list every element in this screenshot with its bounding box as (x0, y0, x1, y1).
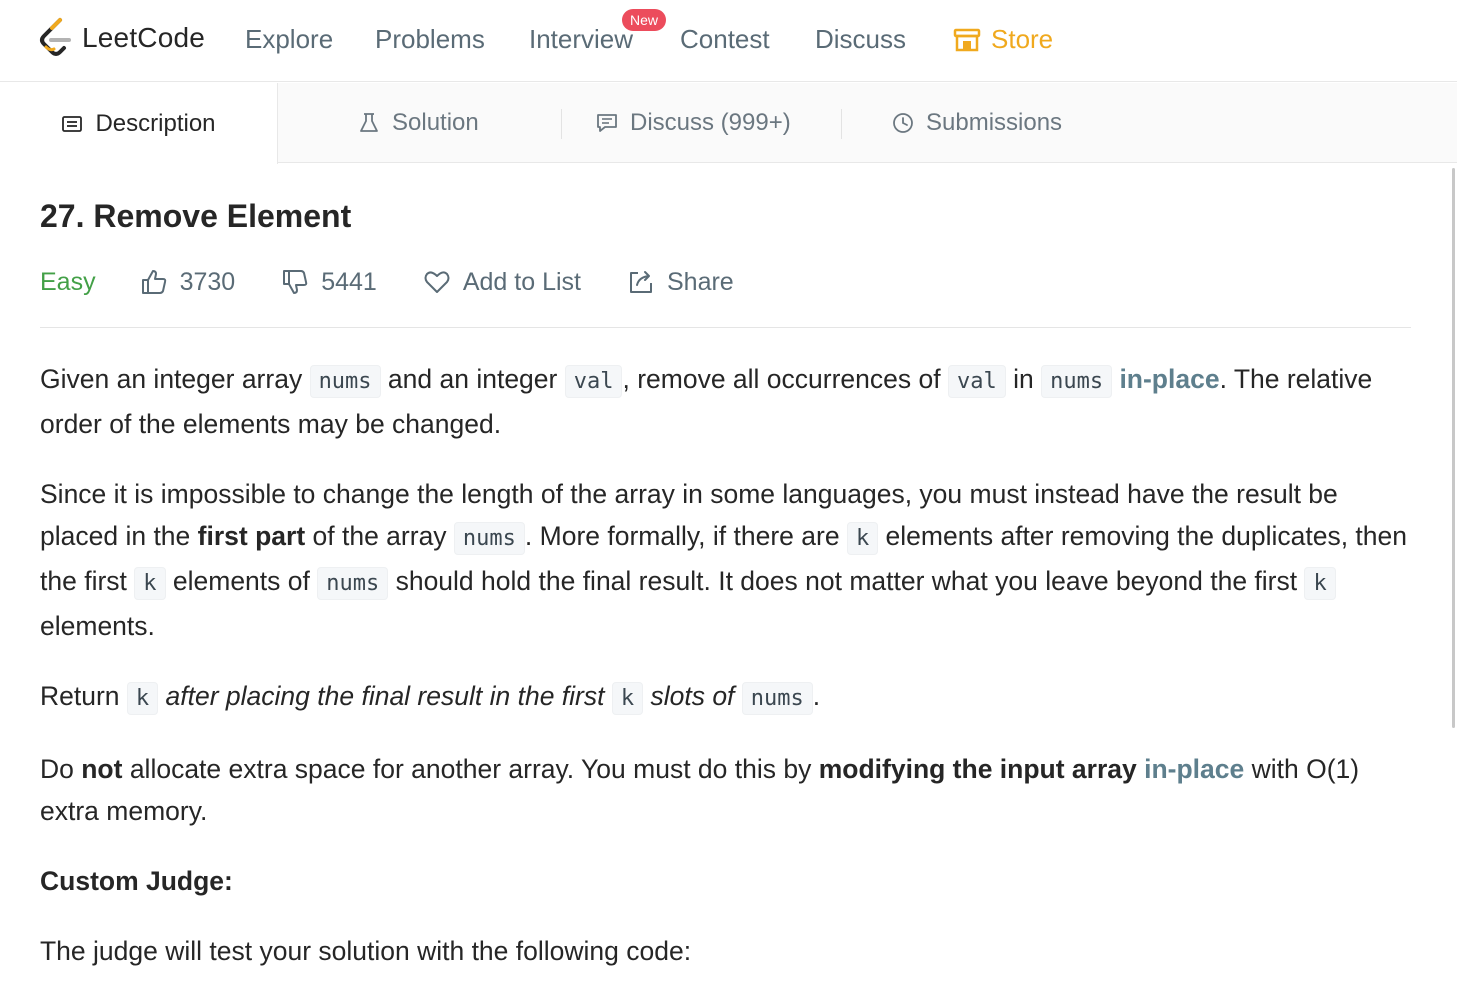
tab-solution-label: Solution (392, 109, 479, 136)
tab-discuss-label: Discuss (999+) (630, 109, 791, 136)
inline-code: k (1304, 567, 1336, 600)
store-label: Store (991, 24, 1054, 54)
inline-code: val (564, 365, 623, 398)
problem-meta: Easy 3730 5441 Add to List Share (40, 262, 780, 302)
tab-divider (561, 109, 562, 139)
share-label: Share (666, 267, 734, 296)
add-to-list-button[interactable]: Add to List (423, 268, 581, 297)
nav-contest[interactable]: Contest (680, 24, 770, 55)
scrollbar[interactable] (1452, 168, 1455, 728)
nav-interview[interactable]: Interview (529, 24, 633, 55)
problem-tabs: Description Solution Discuss (999+) Subm… (0, 83, 1457, 164)
top-navbar: LeetCode Explore Problems Interview New … (0, 0, 1457, 82)
in-place-link[interactable]: in-place (1119, 364, 1219, 394)
in-place-link[interactable]: in-place (1144, 754, 1244, 784)
description-paragraph: The judge will test your solution with t… (40, 936, 692, 966)
inline-code: nums (741, 682, 813, 715)
difficulty-label: Easy (40, 267, 96, 296)
flask-icon (360, 113, 378, 132)
dislike-count: 5441 (321, 267, 377, 296)
thumbs-down-icon (283, 270, 308, 294)
clock-icon (893, 113, 913, 133)
share-button[interactable]: Share (627, 268, 734, 297)
inline-code: val (947, 365, 1006, 398)
tab-solution[interactable]: Solution (358, 83, 479, 163)
leetcode-logo[interactable]: LeetCode (38, 17, 205, 59)
inline-code: k (846, 522, 879, 555)
description-paragraph: Given an integer array nums and an integ… (40, 364, 1373, 439)
nav-explore[interactable]: Explore (245, 24, 333, 55)
inline-code: k (126, 682, 159, 715)
custom-judge-heading: Custom Judge: (40, 866, 233, 896)
inline-code: nums (453, 522, 525, 555)
logo-text: LeetCode (82, 22, 206, 53)
tab-submissions-label: Submissions (926, 109, 1063, 136)
nav-store[interactable]: Store (953, 24, 1053, 55)
tab-discuss[interactable]: Discuss (999+) (596, 83, 791, 163)
store-icon (953, 28, 981, 51)
problem-title: 27. Remove Element (40, 198, 352, 234)
problem-description: Given an integer array nums and an integ… (40, 358, 1415, 1000)
share-icon (629, 271, 652, 293)
description-paragraph: Do not allocate extra space for another … (40, 754, 1360, 826)
header-divider (40, 327, 1411, 328)
inline-code: nums (317, 567, 389, 600)
like-button[interactable]: 3730 (140, 267, 236, 297)
heart-icon (424, 271, 450, 293)
comment-icon (597, 114, 617, 132)
tab-description[interactable]: Description (0, 83, 278, 164)
inline-code: k (611, 682, 644, 715)
description-paragraph: Return k after placing the final result … (40, 675, 1415, 720)
inline-code: nums (1041, 365, 1113, 398)
inline-code: k (134, 567, 166, 600)
new-badge: New (622, 9, 667, 31)
nav-discuss[interactable]: Discuss (815, 24, 906, 55)
add-to-list-label: Add to List (462, 267, 581, 296)
nav-problems[interactable]: Problems (375, 24, 485, 55)
tab-submissions[interactable]: Submissions (892, 83, 1062, 163)
dislike-button[interactable]: 5441 (281, 268, 377, 297)
thumbs-up-icon (141, 270, 166, 294)
inline-code: nums (309, 365, 381, 398)
like-count: 3730 (179, 267, 236, 296)
leetcode-logo-icon (40, 18, 71, 56)
tab-description-label: Description (95, 109, 216, 137)
description-paragraph: Since it is impossible to change the len… (40, 479, 1408, 641)
description-icon (62, 115, 83, 132)
tab-divider (841, 109, 842, 139)
